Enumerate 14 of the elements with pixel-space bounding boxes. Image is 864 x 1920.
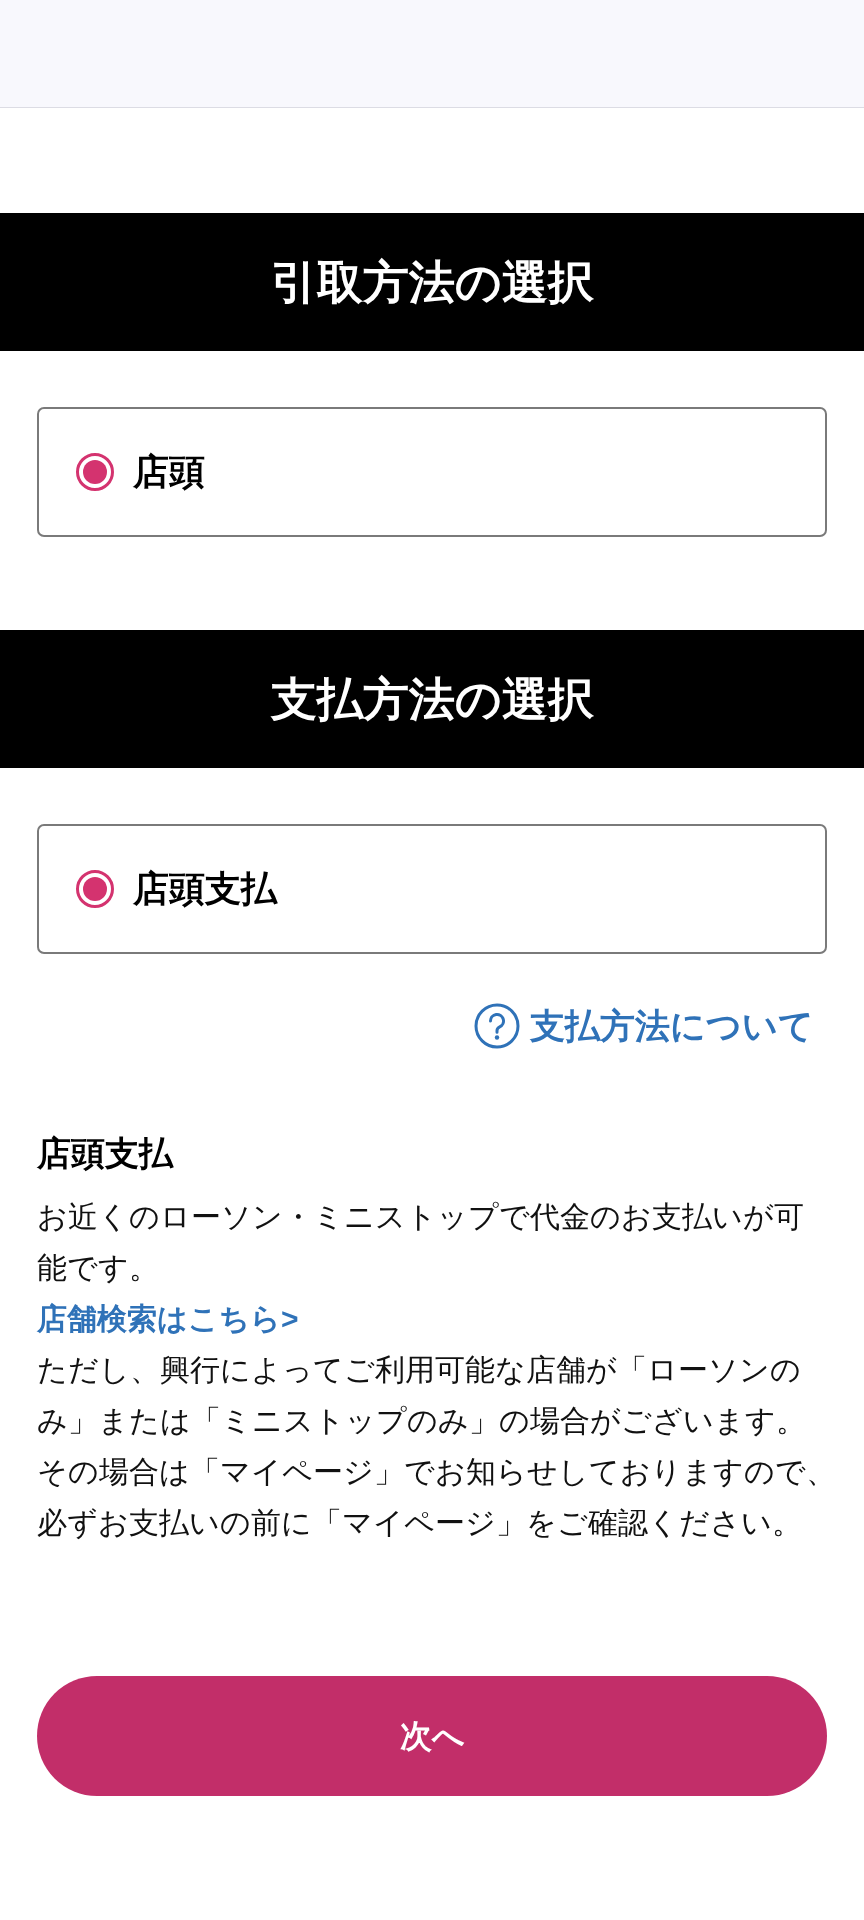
section-header: 支払方法の選択 xyxy=(0,630,864,768)
description-heading: 店頭支払 xyxy=(37,1132,173,1174)
next-button[interactable]: 次へ xyxy=(37,1675,827,1796)
help-icon xyxy=(474,1003,520,1050)
section-header: 引取方法の選択 xyxy=(0,213,864,351)
store-search-link[interactable]: 店舗検索はこちら> xyxy=(37,1292,299,1344)
radio-icon[interactable] xyxy=(76,870,114,908)
help-link[interactable]: 支払方法について xyxy=(474,1000,814,1053)
description-text: ただし、興行によってご利用可能な店舗が「ローソンのみ」または「ミニストップのみ」の場合がございます。 xyxy=(37,1351,807,1439)
radio-option[interactable]: 店頭支払 xyxy=(37,824,827,954)
radio-option[interactable]: 店頭 xyxy=(37,407,827,537)
description-text: お近くのローソン・ミニストップで代金のお支払いが可能です。 xyxy=(37,1198,805,1286)
description-text: その場合は「マイページ」でお知らせしておりますので、必ずお支払いの前に「マイページ」をご確認ください。 xyxy=(37,1453,837,1541)
radio-icon[interactable] xyxy=(76,453,114,491)
